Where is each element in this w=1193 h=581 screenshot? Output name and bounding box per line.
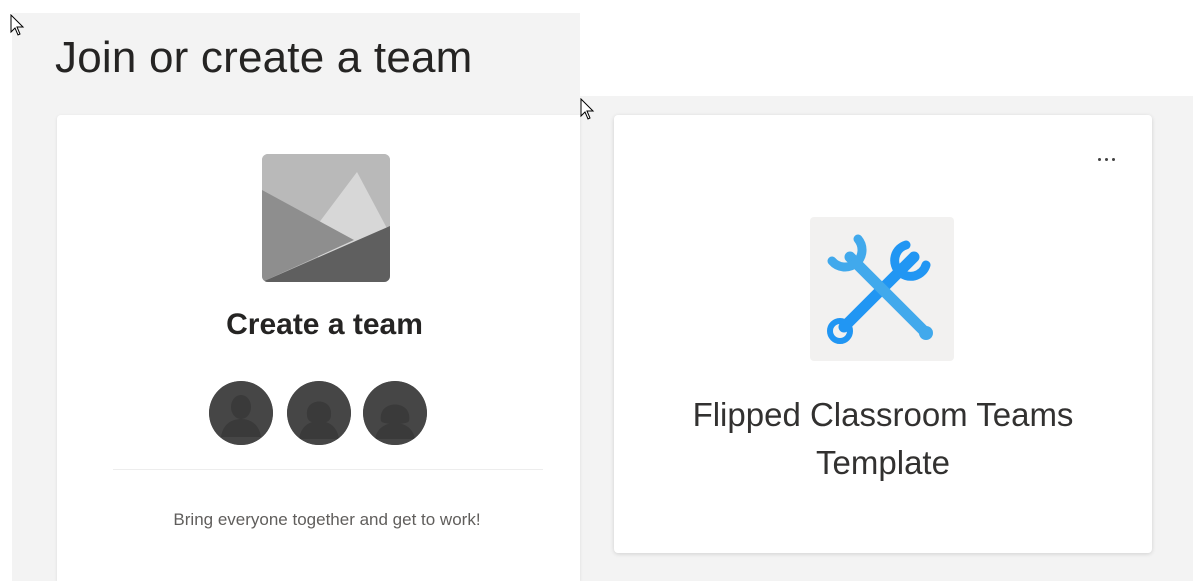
landscape-placeholder-icon: [262, 154, 390, 282]
teams-join-create-view: Join or create a team Create a team Brin…: [0, 0, 1193, 581]
template-card-flipped-classroom[interactable]: Flipped Classroom Teams Template: [614, 115, 1152, 553]
person-avatar-icon: [209, 381, 273, 445]
person-avatar-icon: [287, 381, 351, 445]
person-avatar-icon: [363, 381, 427, 445]
create-team-description: Bring everyone together and get to work!: [173, 510, 481, 529]
mouse-cursor-icon: [580, 98, 595, 120]
page-title: Join or create a team: [55, 33, 473, 82]
create-team-card[interactable]: Create a team Bring everyone together an…: [57, 115, 580, 581]
mouse-cursor-icon: [10, 14, 25, 36]
avatar-group: [209, 381, 429, 445]
ellipsis-icon[interactable]: [1086, 147, 1126, 171]
crossed-wrenches-icon: [810, 217, 954, 361]
create-team-title: Create a team: [226, 308, 423, 341]
card-divider: [113, 469, 543, 470]
template-name: Flipped Classroom Teams Template: [692, 396, 1074, 481]
